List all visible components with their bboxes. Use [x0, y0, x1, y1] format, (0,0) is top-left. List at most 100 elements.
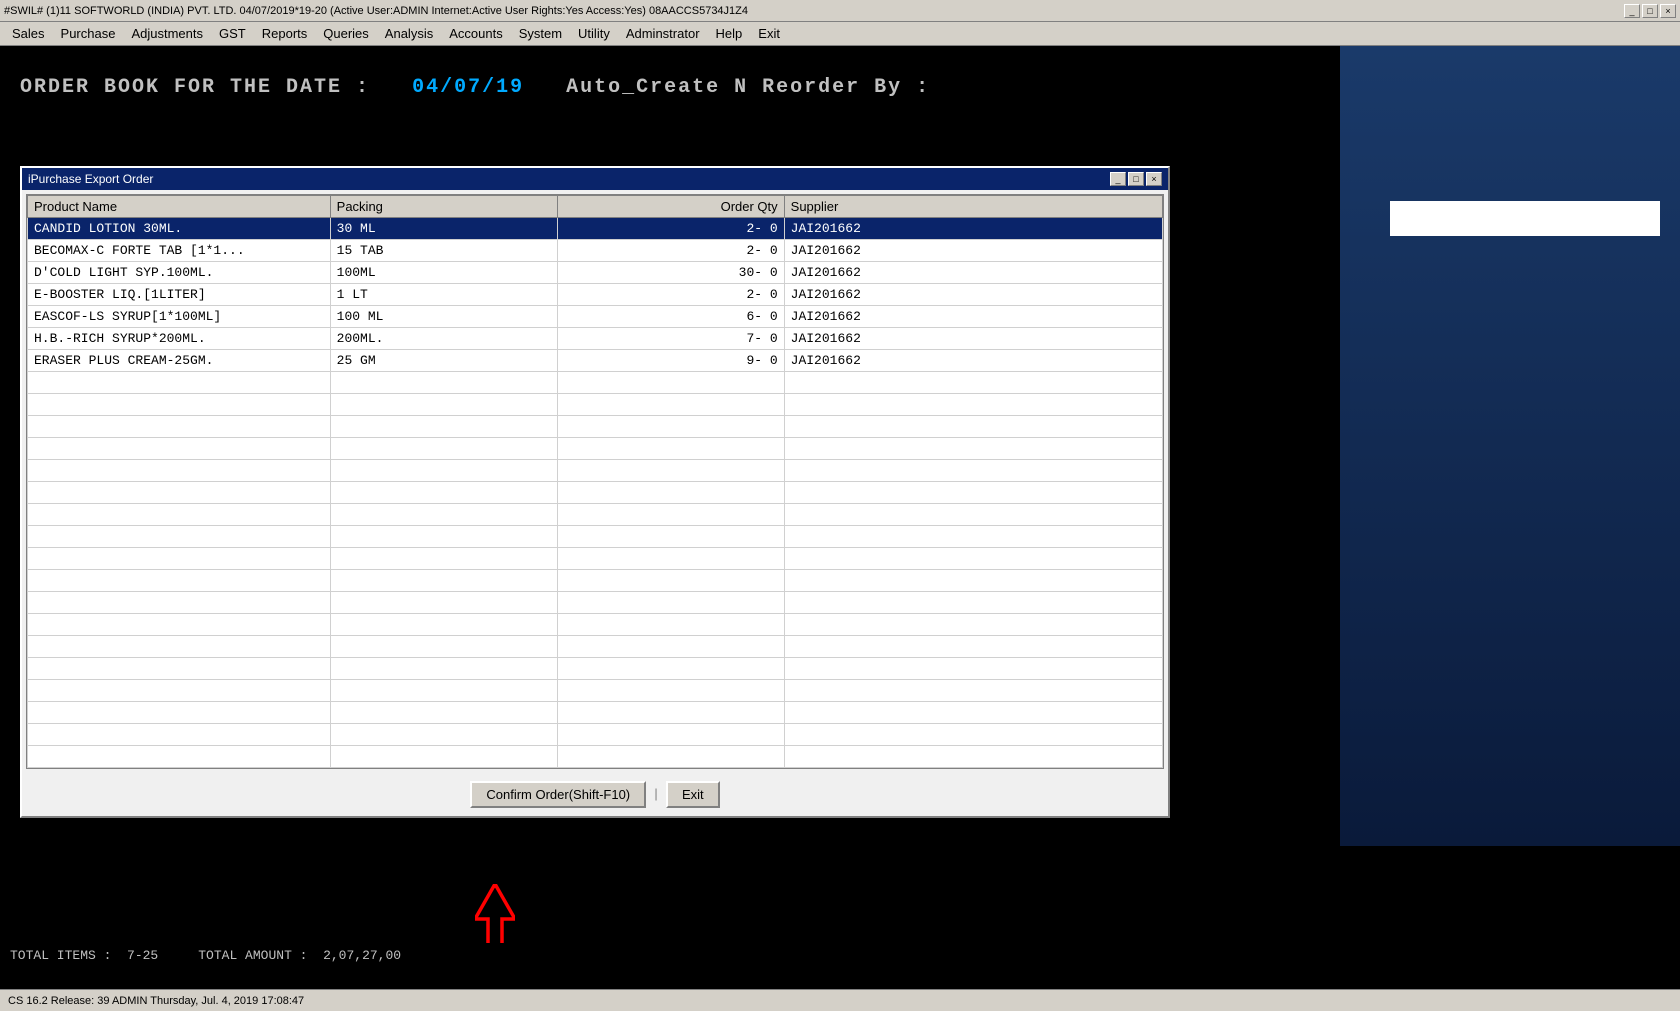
right-decoration — [1340, 46, 1680, 846]
cell-packing: 1 LT — [330, 284, 557, 306]
bottom-info-bar: TOTAL ITEMS : 7-25 TOTAL AMOUNT : 2,07,2… — [0, 943, 1680, 967]
col-packing: Packing — [330, 196, 557, 218]
table-row-empty — [28, 680, 1163, 702]
cell-product-name: ERASER PLUS CREAM-25GM. — [28, 350, 331, 372]
table-row-empty — [28, 746, 1163, 768]
cell-packing: 100ML — [330, 262, 557, 284]
col-supplier: Supplier — [784, 196, 1162, 218]
status-bar-text: CS 16.2 Release: 39 ADMIN Thursday, Jul.… — [8, 995, 304, 1007]
cell-supplier: JAI201662 — [784, 328, 1162, 350]
table-row[interactable]: CANDID LOTION 30ML.30 ML2- 0JAI201662 — [28, 218, 1163, 240]
total-items-label: TOTAL ITEMS : 7-25 — [10, 948, 158, 963]
cell-order-qty: 6- 0 — [557, 306, 784, 328]
cell-supplier: JAI201662 — [784, 350, 1162, 372]
menu-exit[interactable]: Exit — [750, 24, 788, 43]
table-row-empty — [28, 570, 1163, 592]
sub-window-minimize[interactable]: _ — [1110, 172, 1126, 186]
menu-reports[interactable]: Reports — [254, 24, 316, 43]
col-order-qty: Order Qty — [557, 196, 784, 218]
menu-adminstrator[interactable]: Adminstrator — [618, 24, 708, 43]
table-row[interactable]: E-BOOSTER LIQ.[1LITER]1 LT2- 0JAI201662 — [28, 284, 1163, 306]
sub-window-close[interactable]: × — [1146, 172, 1162, 186]
cell-order-qty: 30- 0 — [557, 262, 784, 284]
menu-bar: Sales Purchase Adjustments GST Reports Q… — [0, 22, 1680, 46]
confirm-order-button[interactable]: Confirm Order(Shift-F10) — [470, 781, 646, 808]
cell-product-name: E-BOOSTER LIQ.[1LITER] — [28, 284, 331, 306]
table-row-empty — [28, 394, 1163, 416]
order-book-label: ORDER BOOK FOR THE DATE : — [20, 76, 370, 99]
cell-order-qty: 9- 0 — [557, 350, 784, 372]
menu-utility[interactable]: Utility — [570, 24, 618, 43]
table-row[interactable]: D'COLD LIGHT SYP.100ML.100ML30- 0JAI2016… — [28, 262, 1163, 284]
cell-packing: 100 ML — [330, 306, 557, 328]
sub-window-title-bar: iPurchase Export Order _ □ × — [22, 168, 1168, 190]
menu-help[interactable]: Help — [708, 24, 751, 43]
order-table: Product Name Packing Order Qty Supplier … — [27, 195, 1163, 768]
order-book-date: 04/07/19 — [412, 76, 524, 99]
table-row-empty — [28, 636, 1163, 658]
cell-product-name: EASCOF-LS SYRUP[1*100ML] — [28, 306, 331, 328]
cell-order-qty: 2- 0 — [557, 218, 784, 240]
table-row[interactable]: EASCOF-LS SYRUP[1*100ML]100 ML6- 0JAI201… — [28, 306, 1163, 328]
maximize-button[interactable]: □ — [1642, 4, 1658, 18]
main-area: ORDER BOOK FOR THE DATE : 04/07/19 Auto_… — [0, 46, 1680, 989]
table-row-empty — [28, 702, 1163, 724]
table-row-empty — [28, 724, 1163, 746]
cell-supplier: JAI201662 — [784, 306, 1162, 328]
table-row-empty — [28, 658, 1163, 680]
menu-adjustments[interactable]: Adjustments — [123, 24, 211, 43]
table-row-empty — [28, 416, 1163, 438]
cell-supplier: JAI201662 — [784, 284, 1162, 306]
cell-supplier: JAI201662 — [784, 262, 1162, 284]
sub-window-buttons: _ □ × — [1110, 172, 1162, 186]
sub-window-title-text: iPurchase Export Order — [28, 172, 1110, 186]
menu-purchase[interactable]: Purchase — [53, 24, 124, 43]
table-row-empty — [28, 460, 1163, 482]
cell-order-qty: 2- 0 — [557, 240, 784, 262]
exit-button[interactable]: Exit — [666, 781, 720, 808]
cell-order-qty: 2- 0 — [557, 284, 784, 306]
menu-system[interactable]: System — [511, 24, 570, 43]
table-row[interactable]: H.B.-RICH SYRUP*200ML.200ML.7- 0JAI20166… — [28, 328, 1163, 350]
menu-accounts[interactable]: Accounts — [441, 24, 510, 43]
auto-create-label: Auto_Create N Reorder By : — [566, 76, 930, 99]
cell-order-qty: 7- 0 — [557, 328, 784, 350]
close-button[interactable]: × — [1660, 4, 1676, 18]
cell-product-name: CANDID LOTION 30ML. — [28, 218, 331, 240]
title-bar-buttons: _ □ × — [1624, 4, 1676, 18]
cell-supplier: JAI201662 — [784, 218, 1162, 240]
table-row-empty — [28, 372, 1163, 394]
table-row-empty — [28, 526, 1163, 548]
right-white-box — [1390, 201, 1660, 236]
order-table-container: Product Name Packing Order Qty Supplier … — [26, 194, 1164, 769]
table-row-empty — [28, 592, 1163, 614]
title-bar: #SWIL# (1)11 SOFTWORLD (INDIA) PVT. LTD.… — [0, 0, 1680, 22]
minimize-button[interactable]: _ — [1624, 4, 1640, 18]
table-row-empty — [28, 438, 1163, 460]
cell-packing: 30 ML — [330, 218, 557, 240]
total-amount-label: TOTAL AMOUNT : 2,07,27,00 — [198, 948, 401, 963]
table-row[interactable]: ERASER PLUS CREAM-25GM.25 GM9- 0JAI20166… — [28, 350, 1163, 372]
menu-sales[interactable]: Sales — [4, 24, 53, 43]
cell-packing: 200ML. — [330, 328, 557, 350]
menu-analysis[interactable]: Analysis — [377, 24, 441, 43]
cell-supplier: JAI201662 — [784, 240, 1162, 262]
menu-queries[interactable]: Queries — [315, 24, 377, 43]
cell-product-name: D'COLD LIGHT SYP.100ML. — [28, 262, 331, 284]
table-row-empty — [28, 614, 1163, 636]
purchase-export-order-window: iPurchase Export Order _ □ × Product Nam… — [20, 166, 1170, 818]
button-row: Confirm Order(Shift-F10) | Exit — [22, 773, 1168, 816]
cell-product-name: H.B.-RICH SYRUP*200ML. — [28, 328, 331, 350]
title-bar-text: #SWIL# (1)11 SOFTWORLD (INDIA) PVT. LTD.… — [4, 5, 1624, 17]
cell-product-name: BECOMAX-C FORTE TAB [1*1... — [28, 240, 331, 262]
status-bar: CS 16.2 Release: 39 ADMIN Thursday, Jul.… — [0, 989, 1680, 1011]
cell-packing: 15 TAB — [330, 240, 557, 262]
table-row-empty — [28, 504, 1163, 526]
cell-packing: 25 GM — [330, 350, 557, 372]
menu-gst[interactable]: GST — [211, 24, 254, 43]
table-row-empty — [28, 482, 1163, 504]
col-product-name: Product Name — [28, 196, 331, 218]
table-row[interactable]: BECOMAX-C FORTE TAB [1*1...15 TAB2- 0JAI… — [28, 240, 1163, 262]
button-separator: | — [652, 787, 660, 802]
sub-window-maximize[interactable]: □ — [1128, 172, 1144, 186]
